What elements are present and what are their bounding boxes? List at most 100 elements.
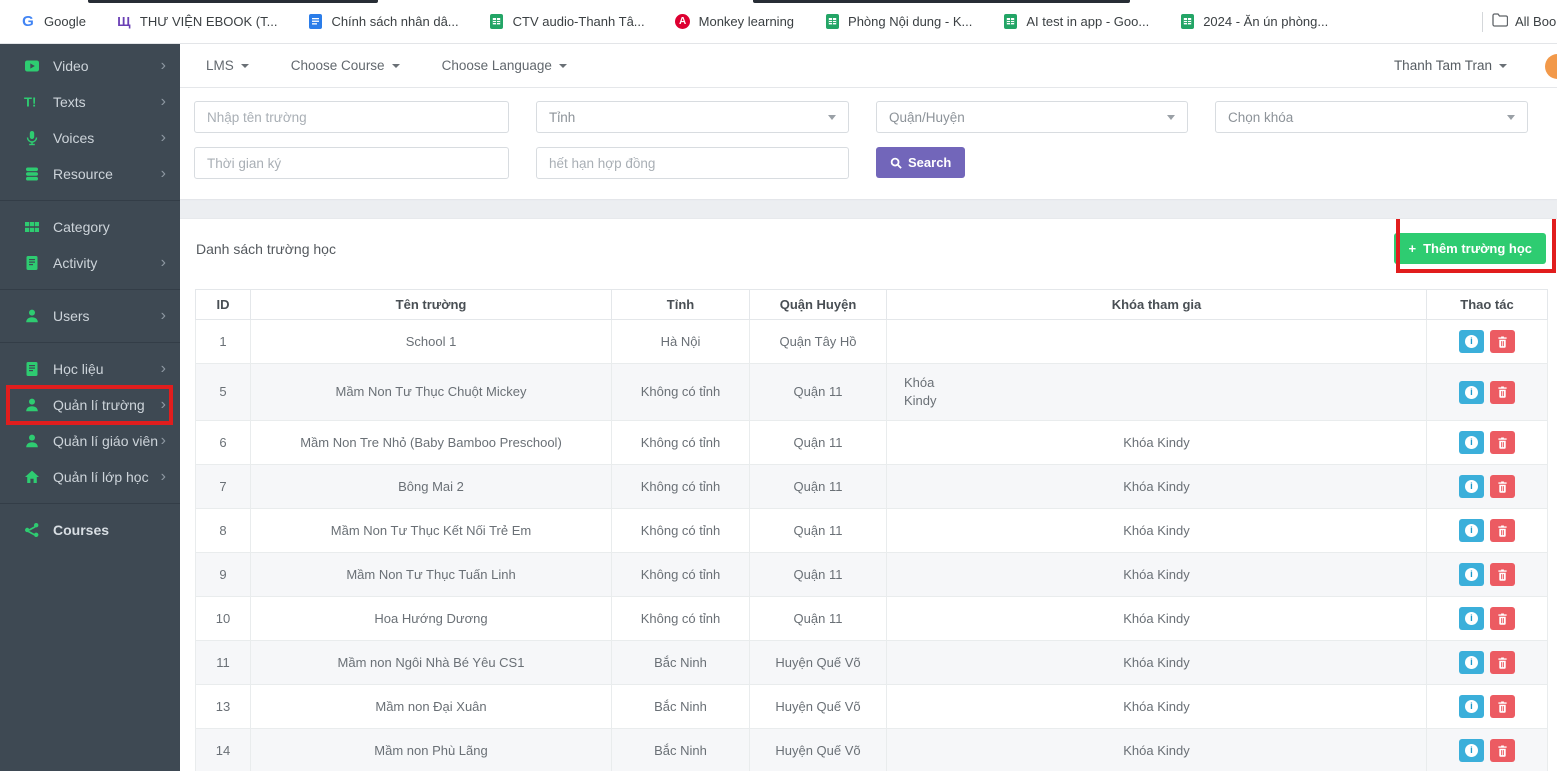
- bookmark-2024-an-un-phong[interactable]: 2024 - Ăn ún phòng...: [1179, 14, 1328, 30]
- table-row: 7 Bông Mai 2 Không có tỉnh Quận 11 Khóa …: [196, 465, 1548, 509]
- share-icon: [24, 522, 40, 538]
- user-name: Thanh Tam Tran: [1394, 58, 1492, 73]
- sheets-icon: [1179, 14, 1195, 30]
- nav-menu-lms[interactable]: LMS: [206, 58, 249, 73]
- sidebar-item-label: Texts: [53, 94, 161, 110]
- nav-menu-choose-course[interactable]: Choose Course: [291, 58, 400, 73]
- sidebar-item-resource[interactable]: Resource ›: [0, 156, 180, 192]
- user-avatar[interactable]: [1545, 54, 1557, 79]
- add-school-button[interactable]: + Thêm trường học: [1394, 233, 1546, 264]
- bookmark-ctv-audio-thanh-ta[interactable]: CTV audio-Thanh Tâ...: [489, 14, 645, 30]
- delete-button[interactable]: [1490, 739, 1515, 762]
- info-button[interactable]: i: [1459, 563, 1484, 586]
- cell-school-name: Mầm Non Tư Thục Kết Nối Trẻ Em: [251, 509, 612, 553]
- sidebar-item-users[interactable]: Users ›: [0, 298, 180, 334]
- delete-button[interactable]: [1490, 381, 1515, 404]
- delete-button[interactable]: [1490, 607, 1515, 630]
- sidebar-item-quan-li-lop-hoc[interactable]: Quản lí lớp học ›: [0, 459, 180, 495]
- province-select[interactable]: Tỉnh: [536, 101, 849, 133]
- bookmark-ai-test-in-app-goo[interactable]: AI test in app - Goo...: [1002, 14, 1149, 30]
- chevron-down-icon: [1499, 64, 1507, 68]
- delete-button[interactable]: [1490, 563, 1515, 586]
- chevron-down-icon: [828, 115, 836, 120]
- info-icon: i: [1465, 744, 1478, 757]
- cell-school-name: Mầm non Đại Xuân: [251, 685, 612, 729]
- table-row: 10 Hoa Hướng Dương Không có tỉnh Quận 11…: [196, 597, 1548, 641]
- video-icon: [24, 58, 40, 74]
- school-name-input[interactable]: [194, 101, 509, 133]
- district-select[interactable]: Quận/Huyện: [876, 101, 1188, 133]
- delete-button[interactable]: [1490, 519, 1515, 542]
- chevron-right-icon: ›: [161, 58, 166, 74]
- bookmark-monkey-learning[interactable]: A Monkey learning: [675, 14, 794, 30]
- sidebar-item-label: Quản lí lớp học: [53, 469, 161, 485]
- cell-school-name: School 1: [251, 320, 612, 364]
- cell-school-name: Mầm non Ngôi Nhà Bé Yêu CS1: [251, 641, 612, 685]
- bookmark-label: Chính sách nhân dâ...: [331, 14, 458, 29]
- sidebar-item-voices[interactable]: Voices ›: [0, 120, 180, 156]
- cell-province: Không có tỉnh: [612, 465, 750, 509]
- bookmark-chinh-sach-nhan-da[interactable]: Chính sách nhân dâ...: [307, 14, 458, 30]
- chevron-down-icon: [1507, 115, 1515, 120]
- bookmark-label: 2024 - Ăn ún phòng...: [1203, 14, 1328, 29]
- info-icon: i: [1465, 656, 1478, 669]
- user-menu[interactable]: Thanh Tam Tran: [1394, 58, 1507, 73]
- browser-tab-edge: [88, 0, 378, 3]
- google-icon: G: [20, 14, 36, 30]
- bookmark-thu-vien-ebook-t[interactable]: Щ THƯ VIỆN EBOOK (T...: [116, 14, 278, 30]
- info-button[interactable]: i: [1459, 739, 1484, 762]
- info-button[interactable]: i: [1459, 695, 1484, 718]
- info-button[interactable]: i: [1459, 475, 1484, 498]
- sidebar-item-activity[interactable]: Activity ›: [0, 245, 180, 281]
- trash-icon: [1497, 437, 1508, 449]
- cell-courses: Khóa Kindy: [887, 685, 1427, 729]
- sidebar-item-hoc-lieu[interactable]: Học liệu ›: [0, 351, 180, 387]
- cell-school-name: Mầm Non Tư Thục Chuột Mickey: [251, 364, 612, 421]
- sidebar-item-courses[interactable]: Courses ›: [0, 512, 180, 548]
- angular-icon: A: [675, 14, 691, 30]
- cell-province: Không có tỉnh: [612, 421, 750, 465]
- svg-text:T!: T!: [24, 95, 36, 110]
- bookmark-google[interactable]: G Google: [20, 14, 86, 30]
- sidebar-item-quan-li-truong[interactable]: Quản lí trường ›: [0, 387, 180, 423]
- table-header-cell: ID: [196, 290, 251, 320]
- contract-expire-input[interactable]: [536, 147, 849, 179]
- info-button[interactable]: i: [1459, 607, 1484, 630]
- cell-actions: i: [1427, 509, 1548, 553]
- cell-id: 7: [196, 465, 251, 509]
- database-icon: [24, 166, 40, 182]
- info-button[interactable]: i: [1459, 381, 1484, 404]
- mic-icon: [24, 130, 40, 146]
- chevron-right-icon: ›: [161, 308, 166, 324]
- info-button[interactable]: i: [1459, 330, 1484, 353]
- sign-date-input[interactable]: [194, 147, 509, 179]
- cell-actions: i: [1427, 597, 1548, 641]
- info-button[interactable]: i: [1459, 519, 1484, 542]
- sidebar-item-quan-li-giao-vien[interactable]: Quản lí giáo viên ›: [0, 423, 180, 459]
- info-button[interactable]: i: [1459, 431, 1484, 454]
- nav-menu-choose-language[interactable]: Choose Language: [442, 58, 567, 73]
- sidebar-item-video[interactable]: Video ›: [0, 48, 180, 84]
- sidebar-item-category[interactable]: Category ›: [0, 209, 180, 245]
- sidebar-item-label: Resource: [53, 166, 161, 182]
- cell-actions: i: [1427, 465, 1548, 509]
- delete-button[interactable]: [1490, 431, 1515, 454]
- bookmark-phong-noi-dung-k[interactable]: Phòng Nội dung - K...: [824, 14, 972, 30]
- chevron-down-icon: [392, 64, 400, 68]
- delete-button[interactable]: [1490, 330, 1515, 353]
- delete-button[interactable]: [1490, 695, 1515, 718]
- info-button[interactable]: i: [1459, 651, 1484, 674]
- delete-button[interactable]: [1490, 651, 1515, 674]
- ebook-icon: Щ: [116, 14, 132, 30]
- sidebar-item-label: Video: [53, 58, 161, 74]
- sidebar-item-texts[interactable]: T! Texts ›: [0, 84, 180, 120]
- search-button[interactable]: Search: [876, 147, 965, 178]
- cell-id: 6: [196, 421, 251, 465]
- sidebar-group-users: Users ›: [0, 298, 180, 334]
- course-select[interactable]: Chọn khóa: [1215, 101, 1528, 133]
- all-bookmarks-button[interactable]: All Bookmarks: [1492, 13, 1557, 30]
- cell-id: 1: [196, 320, 251, 364]
- table-row: 1 School 1 Hà Nội Quận Tây Hồ i: [196, 320, 1548, 364]
- all-bookmarks-group: All Bookmarks: [1482, 0, 1557, 43]
- delete-button[interactable]: [1490, 475, 1515, 498]
